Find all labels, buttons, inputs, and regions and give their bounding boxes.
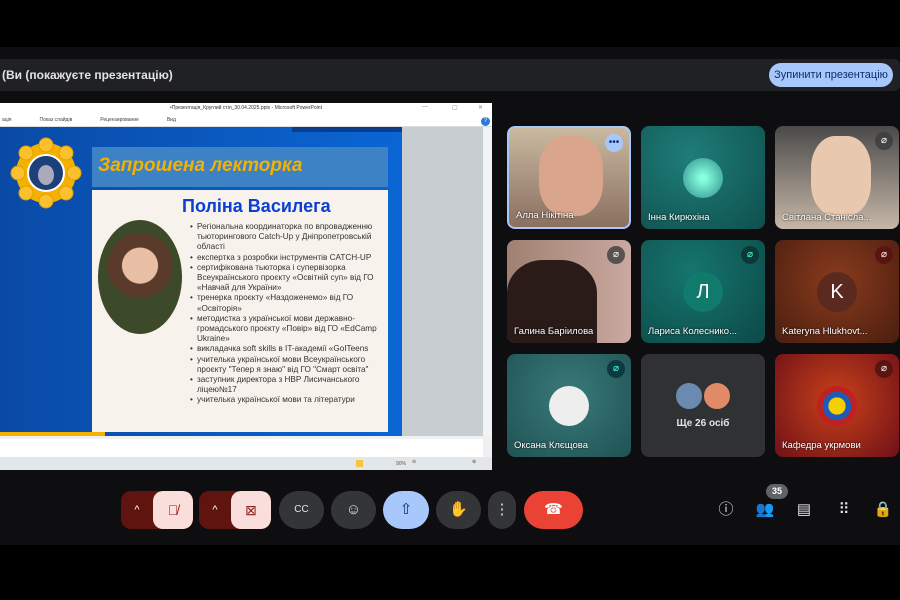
participant-tile[interactable]: ⌀ Оксана Клєщова <box>507 354 631 457</box>
audio-options-button[interactable]: ^ <box>121 491 153 529</box>
presenting-label: (Ви (покажуєте презентацію) <box>2 68 173 82</box>
slide-decor <box>0 432 105 436</box>
zoom-in-icon[interactable]: ⊕ <box>472 459 476 465</box>
participant-tile[interactable]: K ⌀ Kateryna Hlukhovt... <box>775 240 899 343</box>
microphone-control: ^ 🎙̸ <box>121 491 193 529</box>
tab-animation[interactable]: ація <box>2 117 11 123</box>
participant-name: Інна Кирюхіна <box>648 212 710 223</box>
avatar <box>817 386 857 426</box>
status-bar: 90% ⊖ ⊕ <box>0 457 492 470</box>
participant-tile[interactable]: ⌀ Галина Баріилова <box>507 240 631 343</box>
video-options-button[interactable]: ^ <box>199 491 231 529</box>
normal-view-icon[interactable] <box>356 460 363 467</box>
participant-tile[interactable]: Інна Кирюхіна <box>641 126 765 229</box>
video-feed <box>539 136 603 216</box>
university-logo-icon <box>10 137 82 209</box>
mic-off-icon: ⌀ <box>875 132 893 150</box>
slide-heading-band: Запрошена лекторка <box>92 147 388 187</box>
mic-off-button[interactable]: 🎙̸ <box>153 491 193 529</box>
leave-call-button[interactable]: ☎ <box>524 491 583 529</box>
present-button[interactable]: ⇧ <box>383 491 429 529</box>
speaker-photo <box>98 220 182 334</box>
presenting-banner: (Ви (покажуєте презентацію) <box>0 59 900 91</box>
participant-name: Кафедра укрмови <box>782 440 861 451</box>
bio-item: заступник директора з НВР Лисичанського … <box>190 375 386 395</box>
speaker-bio-list: Регіональна координаторка по впровадженн… <box>190 222 386 406</box>
bio-item: учителька української мови та літератури <box>190 395 386 405</box>
avatar <box>683 158 723 198</box>
mic-off-icon: ⌀ <box>875 246 893 264</box>
close-button[interactable]: ✕ <box>478 104 483 111</box>
bio-item: експертка з розробки інструментів CATCH-… <box>190 253 386 263</box>
minimize-button[interactable]: — <box>422 104 428 110</box>
participant-name: Оксана Клєщова <box>514 440 588 451</box>
tab-review[interactable]: Рецензирование <box>100 117 139 123</box>
participant-tile[interactable]: ⌀ Кафедра укрмови <box>775 354 899 457</box>
editor-background <box>402 127 483 436</box>
bio-item: методистка з української мови державно-г… <box>190 314 386 345</box>
help-icon[interactable]: ? <box>481 117 490 126</box>
slide-heading: Запрошена лекторка <box>98 155 303 176</box>
ribbon-tabs: ація Показ слайдів Рецензирование Вид <box>0 113 492 127</box>
more-participants-label: Ще 26 осіб <box>676 418 730 429</box>
powerpoint-window: •Презентація_Круглий стіл_30.04.2025.ppt… <box>0 103 492 470</box>
maximize-button[interactable]: ▢ <box>452 104 458 111</box>
bio-item: Регіональна координаторка по впровадженн… <box>190 222 386 253</box>
activities-icon[interactable]: ⠿ <box>833 499 855 521</box>
tab-view[interactable]: Вид <box>167 117 176 123</box>
zoom-out-icon[interactable]: ⊖ <box>412 459 416 465</box>
speaker-name: Поліна Василега <box>182 196 331 216</box>
participant-count-badge: 35 <box>766 484 788 499</box>
vertical-scrollbar[interactable] <box>483 127 492 436</box>
video-feed <box>811 136 871 216</box>
avatar-initial: Л <box>683 272 723 312</box>
participant-name: Kateryna Hlukhovt... <box>782 326 868 337</box>
slide-decor <box>292 127 402 132</box>
more-options-icon[interactable]: ••• <box>605 134 623 152</box>
chat-icon[interactable]: ▤ <box>793 499 815 521</box>
more-participants-tile[interactable]: Ще 26 осіб <box>641 354 765 457</box>
participant-name: Світлана Станісла... <box>782 212 872 223</box>
stop-presenting-button[interactable]: Зупинити презентацію <box>769 63 893 87</box>
captions-button[interactable]: CC <box>279 491 324 529</box>
avatar <box>674 381 704 411</box>
mic-off-icon: ⌀ <box>607 246 625 264</box>
mic-off-icon: ⌀ <box>607 360 625 378</box>
zoom-level: 90% <box>396 461 407 467</box>
participant-tile[interactable]: ••• Алла Нікітіна <box>507 126 631 229</box>
avatar <box>549 386 589 426</box>
camera-off-button[interactable]: ⊠ <box>231 491 271 529</box>
participant-name: Алла Нікітіна <box>516 210 574 221</box>
people-icon[interactable]: 👥 <box>754 499 776 521</box>
camera-control: ^ ⊠ <box>199 491 271 529</box>
mic-off-icon: ⌀ <box>875 360 893 378</box>
more-options-button[interactable]: ⋮ <box>488 491 516 529</box>
emoji-button[interactable]: ☺ <box>331 491 376 529</box>
participant-tile[interactable]: Л ⌀ Лариса Колеснико... <box>641 240 765 343</box>
avatar <box>702 381 732 411</box>
info-icon[interactable]: ⓘ <box>715 499 737 521</box>
raise-hand-button[interactable]: ✋ <box>436 491 481 529</box>
host-controls-icon[interactable]: 🔒 <box>872 499 894 521</box>
avatar-initial: K <box>817 272 857 312</box>
participant-tile[interactable]: ⌀ Світлана Станісла... <box>775 126 899 229</box>
bio-item: учителька української мови Всеукраїнсько… <box>190 355 386 375</box>
bio-item: сертифікована тьюторка і супервізорка Вс… <box>190 263 386 294</box>
participant-name: Лариса Колеснико... <box>648 326 737 337</box>
notes-pane[interactable] <box>0 439 483 457</box>
slide: Запрошена лекторка Поліна Василега Регіо… <box>0 127 402 436</box>
bio-item: тренерка проєкту «Наздоженемо» від ГО «О… <box>190 293 386 313</box>
mic-off-icon: ⌀ <box>741 246 759 264</box>
speaker-card: Поліна Василега Регіональна координаторк… <box>92 190 388 432</box>
bio-item: викладачка soft skills в IT-академії «Go… <box>190 344 386 354</box>
tab-slideshow[interactable]: Показ слайдів <box>39 117 72 123</box>
participant-name: Галина Баріилова <box>514 326 594 337</box>
window-title: •Презентація_Круглий стіл_30.04.2025.ppt… <box>0 103 492 113</box>
